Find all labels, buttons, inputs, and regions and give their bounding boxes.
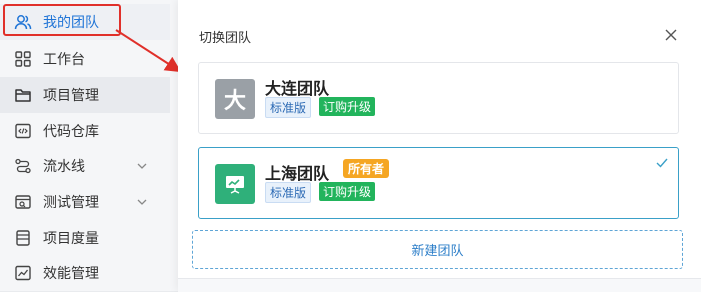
- sidebar-item-label: 项目管理: [43, 88, 99, 104]
- sidebar-item-project-metrics[interactable]: 项目度量: [0, 220, 170, 256]
- grid-icon: [13, 49, 33, 69]
- upgrade-button[interactable]: 订购升级: [319, 182, 376, 201]
- pipeline-icon: [13, 156, 33, 176]
- close-icon[interactable]: [663, 27, 679, 43]
- edition-badge: 标准版: [265, 97, 312, 118]
- sidebar-item-efficiency[interactable]: 效能管理: [0, 255, 170, 291]
- measure-icon: [13, 228, 33, 248]
- owner-badge: 所有者: [343, 159, 390, 178]
- test-icon: [13, 192, 33, 212]
- edition-badge: 标准版: [265, 182, 312, 203]
- sidebar-item-code-repo[interactable]: 代码仓库: [0, 113, 170, 149]
- background-footer-strip: [178, 278, 701, 292]
- sidebar-item-pipeline[interactable]: 流水线: [0, 148, 170, 184]
- annotation-highlight-box: [3, 4, 121, 36]
- sidebar-item-test-management[interactable]: 测试管理: [0, 184, 170, 220]
- chart-icon: [13, 263, 33, 283]
- chevron-down-icon[interactable]: [136, 160, 148, 172]
- panel-title: 切换团队: [199, 31, 252, 46]
- check-icon: [656, 158, 668, 168]
- sidebar-item-label: 项目度量: [43, 231, 99, 247]
- team-name: 上海团队: [265, 164, 330, 183]
- sidebar-item-label: 流水线: [43, 159, 85, 175]
- team-card-shanghai[interactable]: 上海团队 所有者 标准版 订购升级: [198, 147, 679, 219]
- chevron-down-icon[interactable]: [136, 196, 148, 208]
- folder-icon: [13, 85, 33, 105]
- presentation-icon: [215, 164, 255, 204]
- sidebar-item-label: 效能管理: [43, 266, 99, 282]
- team-name: 大连团队: [265, 79, 330, 98]
- team-card-dalian[interactable]: 大 大连团队 标准版 订购升级: [198, 62, 679, 134]
- new-team-button[interactable]: 新建团队: [192, 230, 683, 269]
- team-avatar: 大: [215, 79, 255, 119]
- sidebar-item-label: 工作台: [43, 52, 85, 68]
- upgrade-button[interactable]: 订购升级: [319, 97, 376, 116]
- sidebar-item-project-management[interactable]: 项目管理: [0, 77, 170, 113]
- code-icon: [13, 121, 33, 141]
- switch-team-panel: 切换团队 大 大连团队 标准版 订购升级 上海团队 所有者 标准版 订购升级 新…: [178, 0, 701, 291]
- sidebar-item-label: 测试管理: [43, 195, 99, 211]
- sidebar-item-label: 代码仓库: [43, 124, 99, 140]
